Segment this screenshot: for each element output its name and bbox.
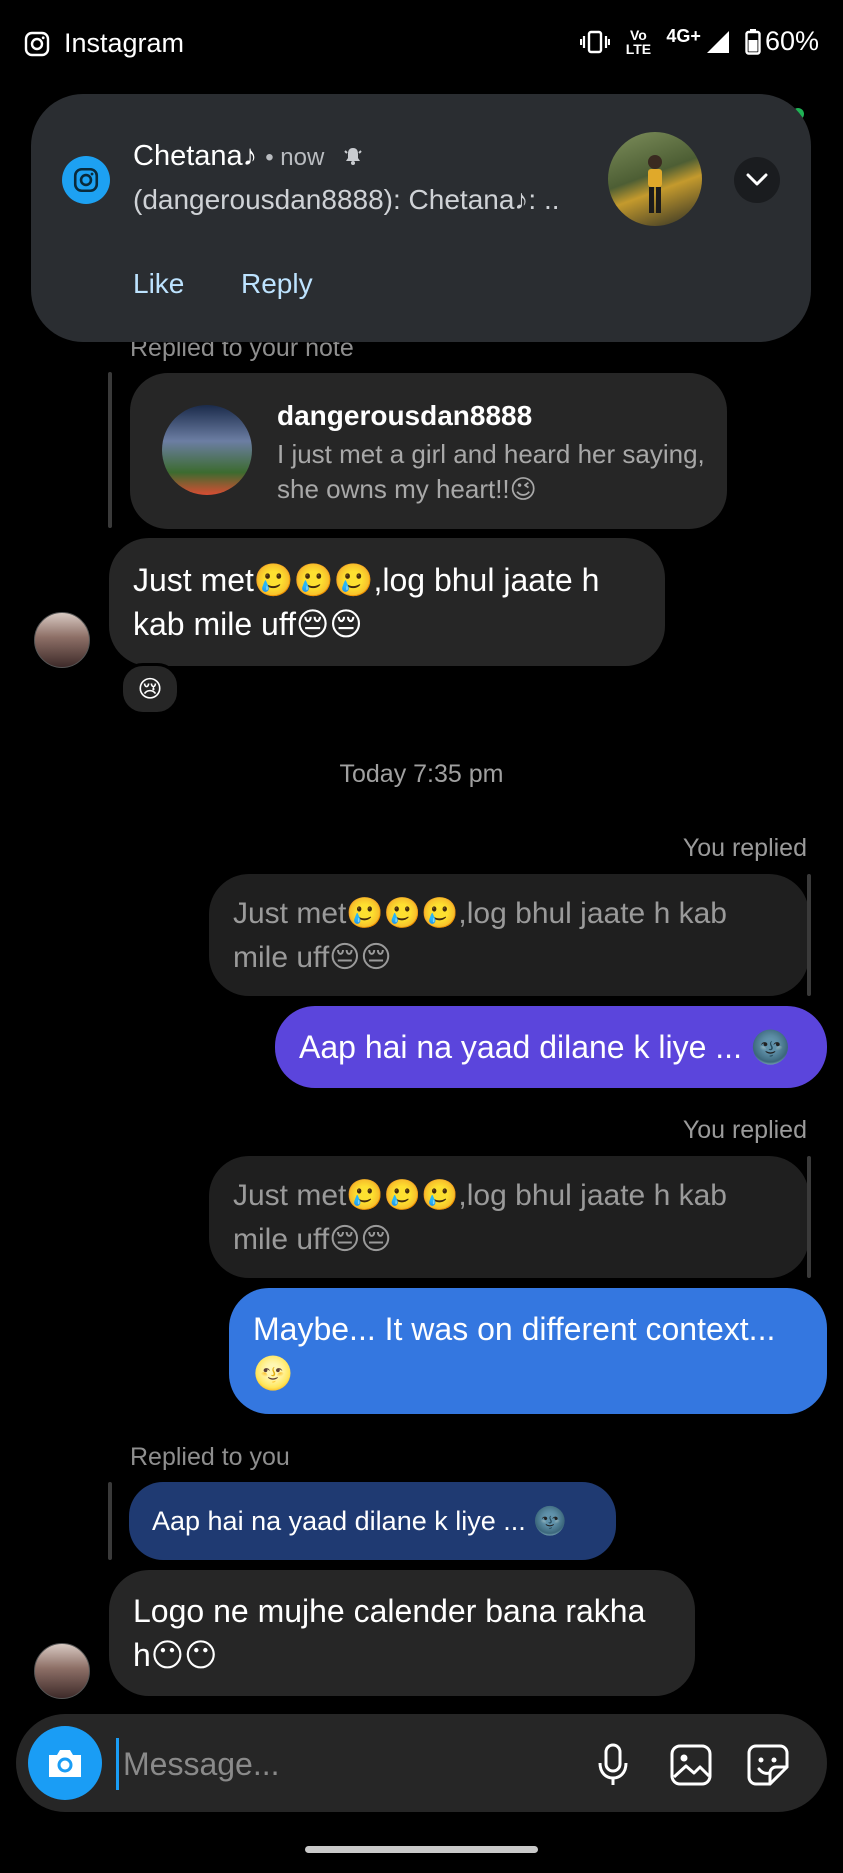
- you-replied-label: You replied: [682, 834, 807, 862]
- message-input[interactable]: [116, 1738, 585, 1790]
- network-indicator: 4G+: [666, 26, 701, 46]
- instagram-icon: [62, 156, 110, 204]
- you-replied-label: You replied: [682, 1116, 807, 1144]
- message-text: Maybe... It was on different context... …: [253, 1311, 776, 1391]
- notification-like-button[interactable]: Like: [133, 268, 184, 300]
- sticker-button[interactable]: [745, 1742, 791, 1788]
- avatar[interactable]: [34, 1643, 90, 1699]
- quote-bar: [108, 1482, 112, 1560]
- home-indicator[interactable]: [305, 1846, 538, 1853]
- incoming-message-2[interactable]: Logo ne mujhe calender bana rakha h😶😶: [109, 1570, 695, 1696]
- microphone-button[interactable]: [590, 1742, 636, 1788]
- outgoing-message-2[interactable]: Maybe... It was on different context... …: [229, 1288, 827, 1414]
- gallery-button[interactable]: [668, 1742, 714, 1788]
- notification-title: Chetana♪ • now: [133, 140, 364, 173]
- battery-percent: 60%: [764, 26, 819, 56]
- microphone-icon: [598, 1743, 628, 1785]
- battery-icon: [745, 28, 761, 55]
- quoted-message[interactable]: Aap hai na yaad dilane k liye ... 🌚: [129, 1482, 616, 1560]
- notification-reply-button[interactable]: Reply: [241, 268, 313, 300]
- signal-icon: [706, 30, 729, 53]
- quote-bar: [807, 1156, 811, 1278]
- notification-body: (dangerousdan8888): Chetana♪: ..: [133, 184, 560, 215]
- message-reaction[interactable]: 😢: [120, 663, 180, 715]
- quoted-message[interactable]: Just met🥲🥲🥲,log bhul jaate h kab mile uf…: [209, 874, 809, 996]
- status-app: Instagram: [24, 28, 184, 59]
- quote-bar: [807, 874, 811, 996]
- quote-bar: [108, 372, 112, 528]
- quoted-text: Aap hai na yaad dilane k liye ... 🌚: [152, 1506, 567, 1536]
- instagram-icon: [24, 31, 50, 56]
- notification-card[interactable]: [31, 94, 811, 342]
- note-text: I just met a girl and heard her saying, …: [277, 439, 705, 504]
- message-text: Logo ne mujhe calender bana rakha h😶😶: [133, 1593, 646, 1673]
- notification-bell-icon: [344, 148, 363, 165]
- volte-indicator: Vo LTE: [625, 26, 652, 57]
- chevron-down-icon[interactable]: [734, 157, 780, 203]
- replied-to-you-label: Replied to you: [130, 1443, 290, 1471]
- outgoing-message-1[interactable]: Aap hai na yaad dilane k liye ... 🌚: [275, 1006, 827, 1088]
- gallery-icon: [670, 1744, 712, 1786]
- sticker-icon: [747, 1744, 789, 1786]
- camera-button[interactable]: [28, 1726, 102, 1800]
- message-text: Aap hai na yaad dilane k liye ... 🌚: [299, 1029, 791, 1065]
- incoming-message-1[interactable]: Just met🥲🥲🥲,log bhul jaate h kab mile uf…: [109, 538, 665, 666]
- quoted-text: Just met🥲🥲🥲,log bhul jaate h kab mile uf…: [233, 897, 727, 974]
- note-author-avatar[interactable]: [162, 405, 252, 495]
- avatar[interactable]: [34, 612, 90, 668]
- battery-group: 60%: [745, 26, 819, 57]
- quoted-message[interactable]: Just met🥲🥲🥲,log bhul jaate h kab mile uf…: [209, 1156, 809, 1278]
- status-indicators: Vo LTE 4G+ 60%: [580, 26, 819, 57]
- camera-icon: [49, 1750, 81, 1777]
- note-username: dangerousdan8888: [277, 400, 533, 431]
- message-text: Just met🥲🥲🥲,log bhul jaate h kab mile uf…: [133, 562, 600, 642]
- notification-sender: Chetana♪: [133, 140, 258, 172]
- status-app-name: Instagram: [64, 28, 185, 58]
- notification-avatar: [608, 132, 702, 226]
- chat-timestamp: Today 7:35 pm: [339, 760, 504, 788]
- quoted-text: Just met🥲🥲🥲,log bhul jaate h kab mile uf…: [233, 1179, 727, 1256]
- notification-time: • now: [265, 144, 325, 171]
- vibrate-icon: [580, 30, 611, 53]
- status-bar: Instagram Vo LTE 4G+ 60%: [0, 0, 843, 90]
